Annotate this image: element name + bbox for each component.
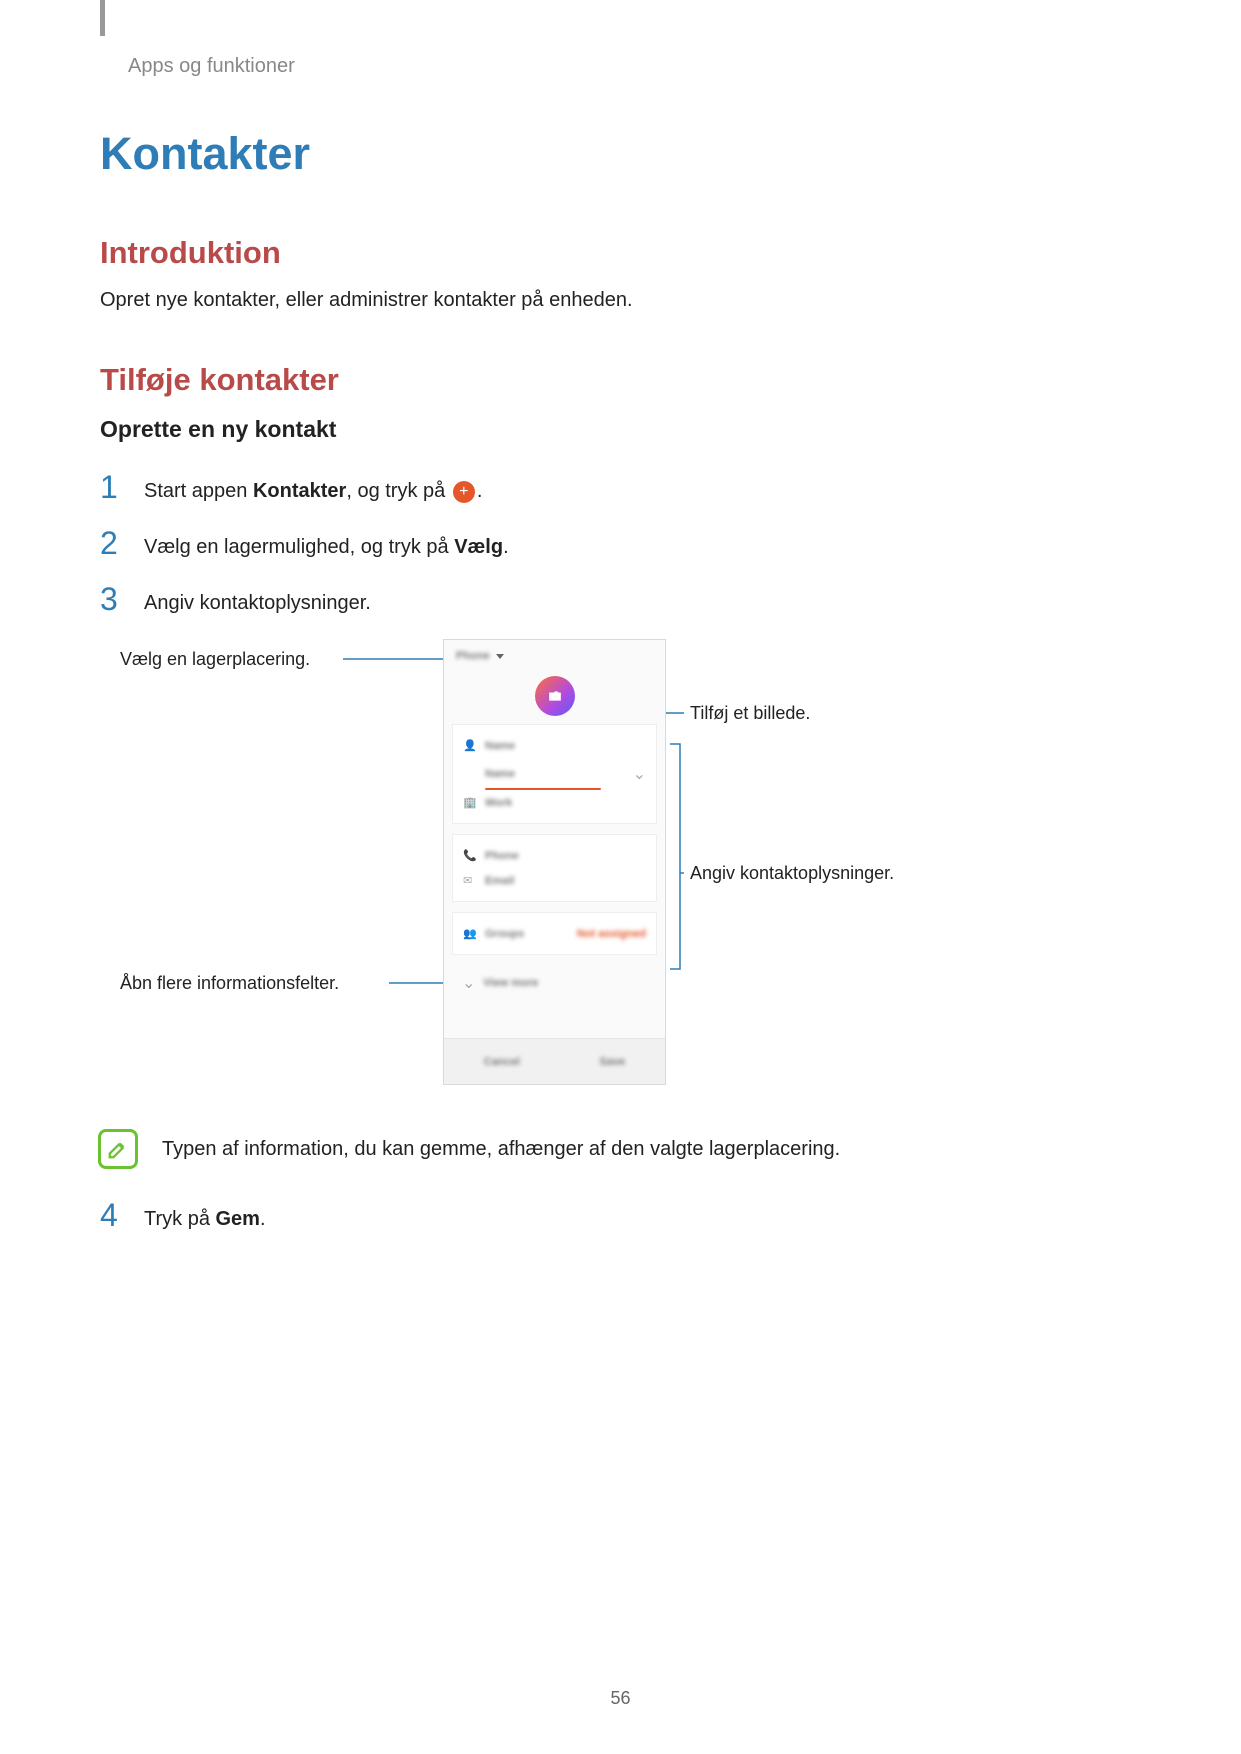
step-number: 1 [100, 471, 126, 503]
page-tab-marker [100, 0, 105, 36]
figure-contact-editor: Vælg en lagerplacering. Åbn flere inform… [160, 639, 980, 1109]
phone-screenshot: Phone 👤 Name Name ⌄ 🏢 Work [443, 639, 666, 1085]
step-text: Angiv kontaktoplysninger. [144, 583, 371, 617]
email-field[interactable]: Email [485, 875, 646, 887]
step-number: 4 [100, 1199, 126, 1231]
save-button[interactable]: Save [599, 1056, 625, 1068]
email-icon: ✉ [463, 874, 477, 887]
section-introduction-title: Introduktion [100, 235, 1146, 271]
chevron-down-icon [496, 654, 504, 659]
step-1: 1 Start appen Kontakter, og tryk på +. [100, 471, 1146, 505]
step-3: 3 Angiv kontaktoplysninger. [100, 583, 1146, 617]
name-field[interactable]: Name [485, 740, 646, 752]
section-add-title: Tilføje kontakter [100, 362, 1146, 398]
callout-info: Angiv kontaktoplysninger. [690, 863, 894, 884]
pencil-icon [107, 1138, 129, 1160]
page-number: 56 [0, 1688, 1241, 1709]
phone-icon: 📞 [463, 849, 477, 862]
person-icon: 👤 [463, 739, 477, 752]
groups-field[interactable]: Groups [485, 928, 569, 940]
name-card: 👤 Name Name ⌄ 🏢 Work [452, 724, 657, 824]
building-icon: 🏢 [463, 796, 477, 809]
section-introduction-text: Opret nye kontakter, eller administrer k… [100, 289, 1146, 312]
groups-icon: 👥 [463, 927, 477, 940]
work-field[interactable]: Work [485, 797, 646, 809]
step-text: Vælg en lagermulighed, og tryk på Vælg. [144, 527, 509, 561]
step-text: Tryk på Gem. [144, 1199, 266, 1233]
view-more-label: View more [483, 977, 538, 989]
cancel-button[interactable]: Cancel [484, 1056, 520, 1068]
breadcrumb: Apps og funktioner [128, 55, 1146, 78]
groups-value: Not assigned [577, 928, 646, 940]
step-number: 3 [100, 583, 126, 615]
callout-more-fields: Åbn flere informationsfelter. [120, 973, 339, 994]
name-field-2[interactable]: Name [485, 768, 625, 780]
add-photo-button[interactable] [535, 676, 575, 716]
storage-dropdown[interactable]: Phone [456, 650, 490, 662]
note: Typen af information, du kan gemme, afhæ… [98, 1129, 1146, 1169]
groups-card: 👥 Groups Not assigned [452, 912, 657, 955]
section-add-subheading: Oprette en ny kontakt [100, 416, 1146, 443]
chevron-down-icon[interactable]: ⌄ [633, 764, 646, 784]
callout-image: Tilføj et billede. [690, 703, 810, 724]
note-icon [98, 1129, 138, 1169]
phone-field[interactable]: Phone [485, 850, 646, 862]
callout-storage: Vælg en lagerplacering. [120, 649, 310, 670]
step-text: Start appen Kontakter, og tryk på +. [144, 471, 482, 505]
chevron-down-icon: ⌄ [462, 973, 475, 993]
camera-icon [548, 689, 562, 703]
add-icon: + [453, 481, 475, 503]
contact-card: 📞 Phone ✉ Email [452, 834, 657, 902]
note-text: Typen af information, du kan gemme, afhæ… [162, 1138, 840, 1161]
step-2: 2 Vælg en lagermulighed, og tryk på Vælg… [100, 527, 1146, 561]
step-number: 2 [100, 527, 126, 559]
page-title: Kontakter [100, 128, 1146, 180]
view-more-row[interactable]: ⌄ View more [444, 965, 665, 1001]
step-4: 4 Tryk på Gem. [100, 1199, 1146, 1233]
